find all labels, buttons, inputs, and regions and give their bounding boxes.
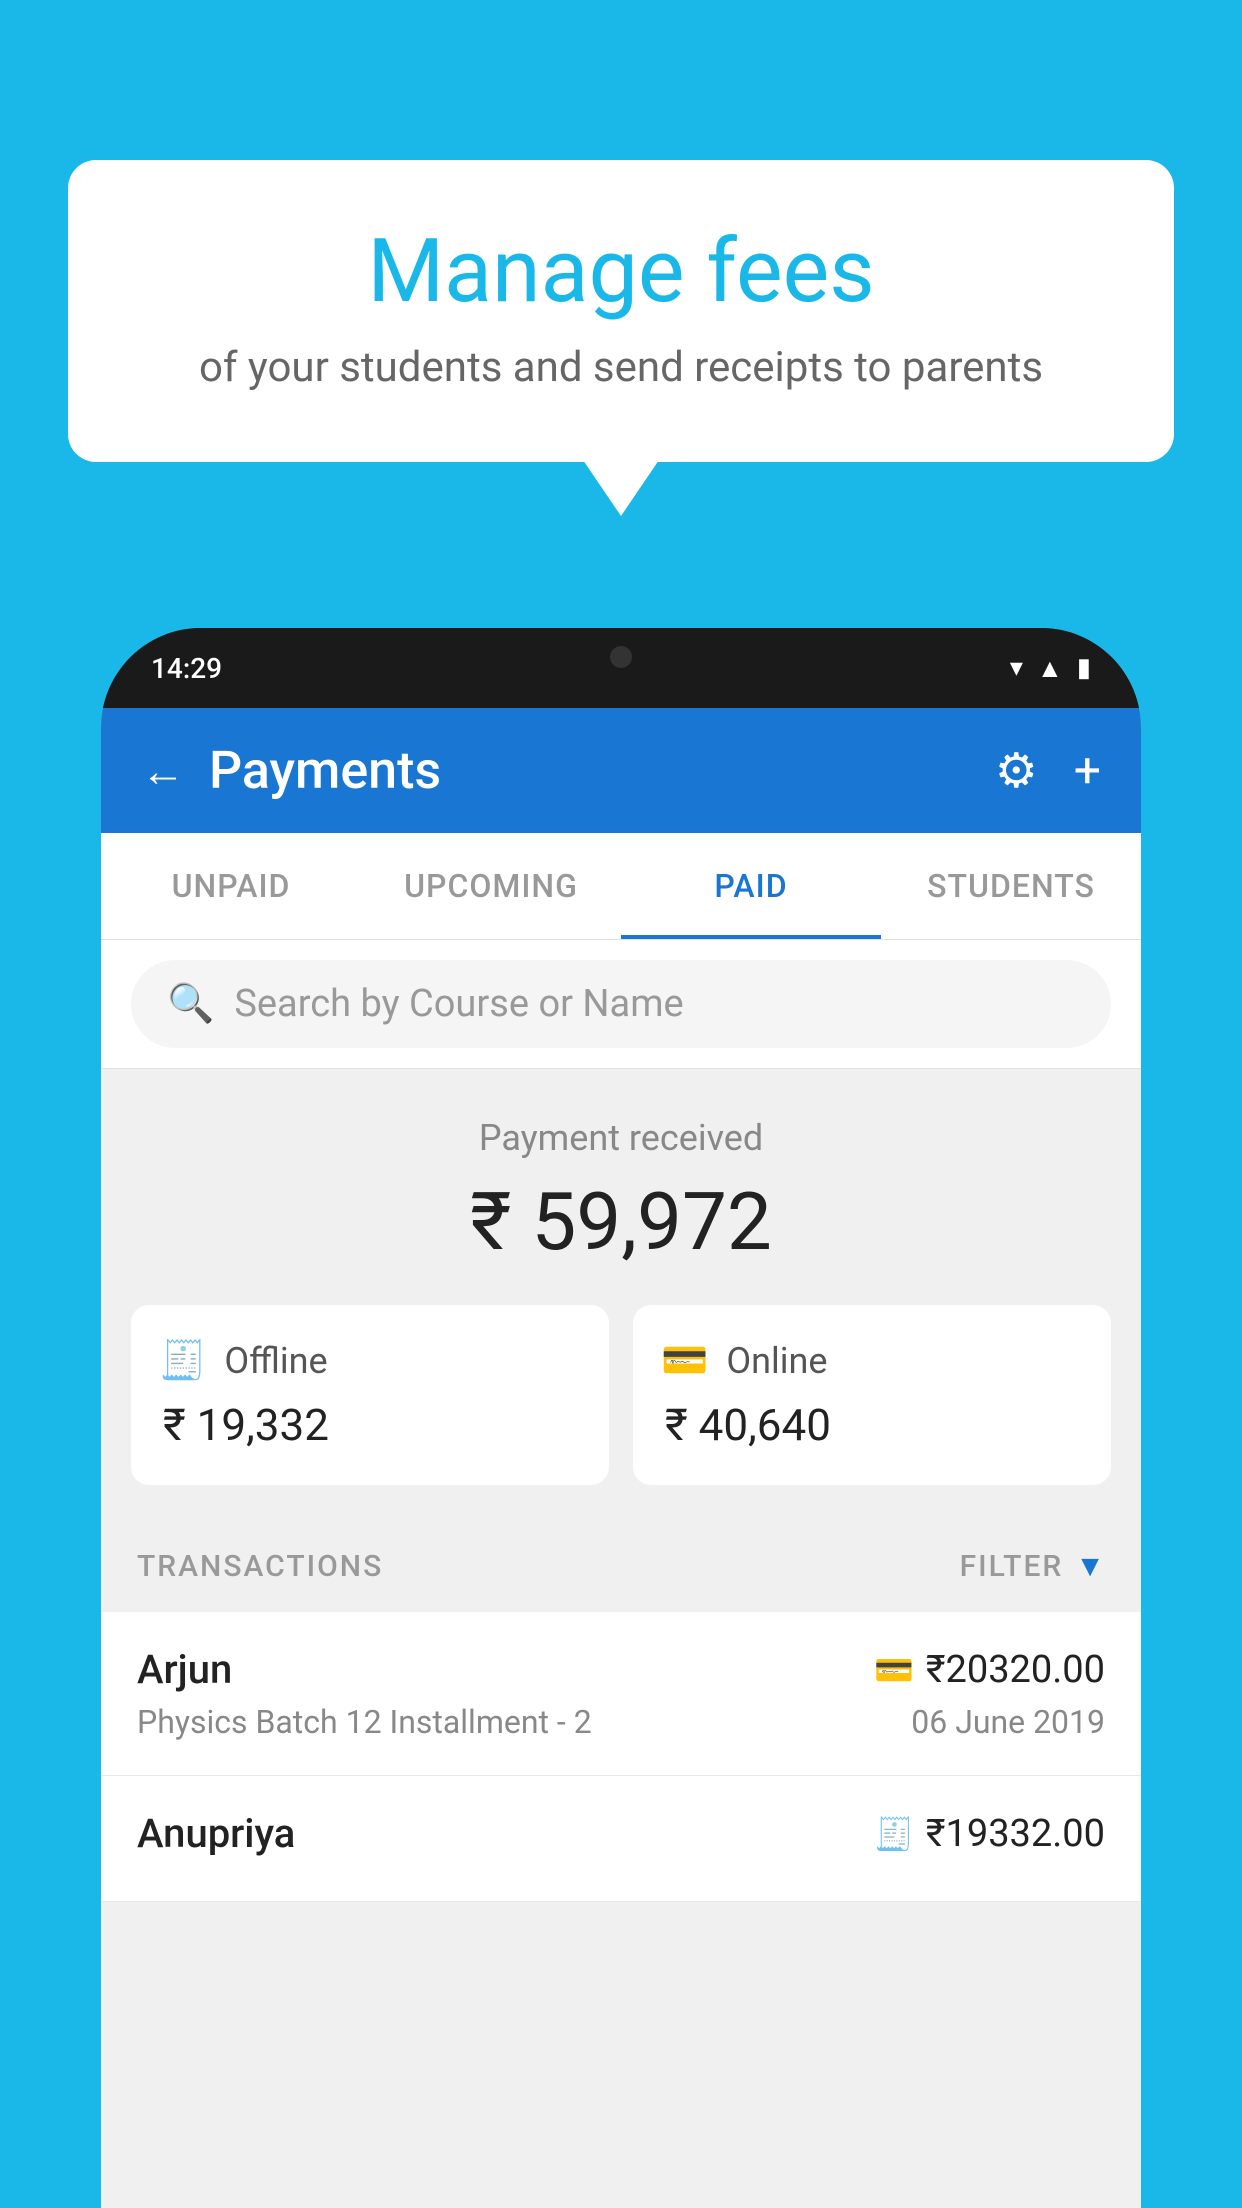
online-card-header: 💳 Online — [661, 1339, 1083, 1383]
search-bar[interactable]: 🔍 Search by Course or Name — [131, 960, 1111, 1048]
filter-label: FILTER — [960, 1549, 1064, 1584]
transaction-amount-section: 🧾 ₹19332.00 — [874, 1812, 1105, 1856]
status-bar: 14:29 ▾ ▲ ▮ — [101, 628, 1141, 708]
tab-upcoming[interactable]: UPCOMING — [361, 833, 621, 939]
settings-icon[interactable]: ⚙ — [995, 742, 1038, 799]
back-button[interactable]: ← — [141, 745, 185, 797]
speech-bubble-container: Manage fees of your students and send re… — [68, 160, 1174, 462]
app-header: ← Payments ⚙ + — [101, 708, 1141, 833]
speech-bubble-subtitle: of your students and send receipts to pa… — [148, 343, 1094, 392]
status-time: 14:29 — [151, 652, 222, 685]
transaction-name: Arjun — [137, 1646, 232, 1693]
transaction-amount-section: 💳 ₹20320.00 — [874, 1648, 1105, 1692]
offline-card-header: 🧾 Offline — [159, 1339, 581, 1383]
offline-icon: 🧾 — [159, 1339, 206, 1383]
transactions-header: TRANSACTIONS FILTER ▼ — [101, 1521, 1141, 1612]
search-input[interactable]: Search by Course or Name — [234, 982, 683, 1026]
offline-payment-card: 🧾 Offline ₹ 19,332 — [131, 1305, 609, 1485]
transaction-row[interactable]: Arjun 💳 ₹20320.00 Physics Batch 12 Insta… — [101, 1612, 1141, 1776]
phone-screen: ← Payments ⚙ + UNPAID UPCOMING PAID STUD… — [101, 708, 1141, 2208]
header-left: ← Payments — [141, 740, 441, 801]
transaction-course: Physics Batch 12 Installment - 2 — [137, 1703, 592, 1741]
speech-bubble-title: Manage fees — [148, 220, 1094, 323]
filter-section[interactable]: FILTER ▼ — [960, 1549, 1105, 1584]
battery-icon: ▮ — [1077, 653, 1091, 683]
signal-icon: ▲ — [1037, 653, 1063, 684]
page-title: Payments — [209, 740, 441, 801]
filter-icon: ▼ — [1075, 1549, 1105, 1584]
offline-amount: ₹ 19,332 — [159, 1399, 581, 1451]
payment-summary: Payment received ₹ 59,972 🧾 Offline ₹ 19… — [101, 1069, 1141, 1521]
wifi-icon: ▾ — [1010, 653, 1023, 683]
payment-total-amount: ₹ 59,972 — [131, 1175, 1111, 1269]
tab-paid[interactable]: PAID — [621, 833, 881, 939]
card-icon: 💳 — [874, 1651, 914, 1689]
online-icon: 💳 — [661, 1339, 708, 1383]
payment-cards: 🧾 Offline ₹ 19,332 💳 Online ₹ 40,640 — [131, 1305, 1111, 1485]
phone-frame: 14:29 ▾ ▲ ▮ ← Payments ⚙ + UNPAID UPCO — [101, 628, 1141, 2208]
speech-bubble: Manage fees of your students and send re… — [68, 160, 1174, 462]
online-label: Online — [726, 1340, 827, 1382]
transaction-amount: ₹20320.00 — [926, 1648, 1105, 1692]
online-payment-card: 💳 Online ₹ 40,640 — [633, 1305, 1111, 1485]
online-amount: ₹ 40,640 — [661, 1399, 1083, 1451]
transaction-name: Anupriya — [137, 1810, 295, 1857]
payment-received-label: Payment received — [131, 1117, 1111, 1159]
search-icon: 🔍 — [167, 982, 214, 1026]
header-right: ⚙ + — [995, 742, 1101, 799]
phone-notch — [521, 628, 721, 680]
status-icons: ▾ ▲ ▮ — [1010, 653, 1091, 684]
transactions-label: TRANSACTIONS — [137, 1549, 383, 1584]
tab-students[interactable]: STUDENTS — [881, 833, 1141, 939]
add-button[interactable]: + — [1074, 742, 1101, 799]
offline-label: Offline — [224, 1340, 327, 1382]
search-container: 🔍 Search by Course or Name — [101, 940, 1141, 1069]
tabs-bar: UNPAID UPCOMING PAID STUDENTS — [101, 833, 1141, 940]
front-camera — [610, 646, 632, 668]
transaction-bottom: Physics Batch 12 Installment - 2 06 June… — [137, 1703, 1105, 1741]
tab-unpaid[interactable]: UNPAID — [101, 833, 361, 939]
transaction-top: Arjun 💳 ₹20320.00 — [137, 1646, 1105, 1693]
transaction-amount: ₹19332.00 — [926, 1812, 1105, 1856]
transaction-row[interactable]: Anupriya 🧾 ₹19332.00 — [101, 1776, 1141, 1902]
transaction-date: 06 June 2019 — [911, 1703, 1105, 1741]
cash-icon: 🧾 — [874, 1815, 914, 1853]
transaction-top: Anupriya 🧾 ₹19332.00 — [137, 1810, 1105, 1857]
